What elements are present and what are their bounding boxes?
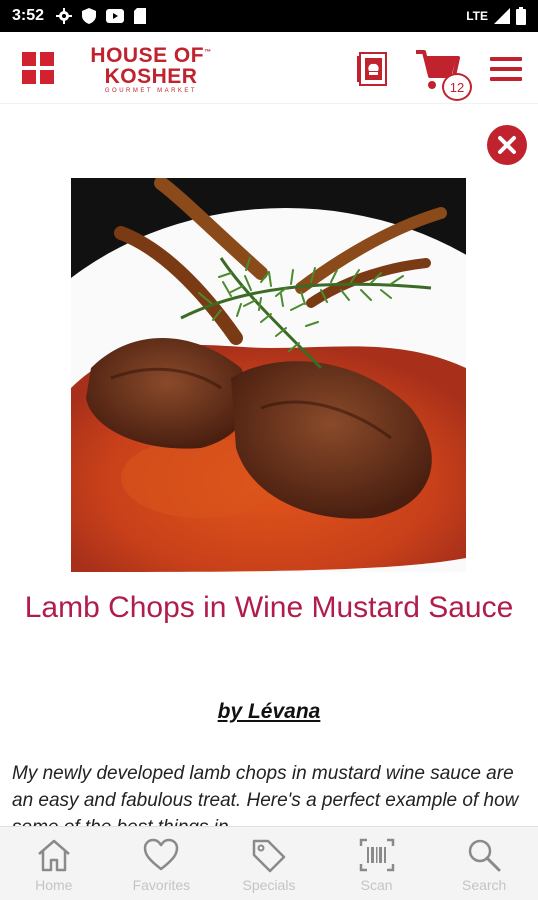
- nav-label: Specials: [242, 877, 296, 893]
- close-icon: [498, 136, 516, 154]
- nav-label: Scan: [360, 877, 393, 893]
- search-icon: [468, 839, 501, 872]
- tag-icon: [252, 839, 286, 873]
- recipe-description: My newly developed lamb chops in mustard…: [12, 763, 519, 830]
- nav-specials[interactable]: Specials: [215, 827, 323, 900]
- shield-icon: [82, 8, 97, 24]
- battery-icon: [516, 7, 526, 25]
- nav-label: Home: [35, 877, 73, 893]
- youtube-icon: [106, 9, 125, 23]
- nav-search[interactable]: Search: [430, 827, 538, 900]
- logo-line1: HOUSE OF™: [90, 44, 212, 67]
- nav-label: Favorites: [132, 877, 191, 893]
- recipe-author-link[interactable]: by Lévana: [0, 700, 538, 724]
- nav-home[interactable]: Home: [0, 827, 108, 900]
- status-bar: 3:52 LTE: [0, 0, 538, 32]
- nav-label: Search: [461, 877, 507, 893]
- recipe-image: [71, 178, 466, 572]
- logo-line2: KOSHER: [104, 65, 198, 88]
- home-icon: [37, 839, 70, 872]
- sim-icon: [134, 8, 147, 24]
- categories-grid-icon[interactable]: [22, 52, 56, 86]
- heart-icon: [144, 838, 179, 871]
- nav-scan[interactable]: Scan: [323, 827, 431, 900]
- recipe-title: Lamb Chops in Wine Mustard Sauce: [24, 591, 514, 624]
- close-button[interactable]: [487, 125, 527, 165]
- house-of-kosher-logo[interactable]: HOUSE OF™ KOSHER GOURMET MARKET: [86, 42, 216, 95]
- barcode-scan-icon: [359, 838, 394, 872]
- nav-favorites[interactable]: Favorites: [108, 827, 216, 900]
- app-header: HOUSE OF™ KOSHER GOURMET MARKET 12: [0, 32, 538, 104]
- status-right: LTE: [466, 7, 526, 25]
- hamburger-menu-icon[interactable]: [488, 54, 524, 84]
- recipe-book-icon[interactable]: [357, 52, 387, 86]
- bottom-nav: Home Favorites Specials Scan Search: [0, 826, 538, 900]
- logo-tagline: GOURMET MARKET: [104, 88, 198, 94]
- settings-icon: [56, 8, 73, 24]
- cart-count-badge[interactable]: 12: [442, 73, 472, 101]
- signal-icon: [494, 8, 510, 24]
- status-time: 3:52: [12, 7, 45, 24]
- network-label: LTE: [466, 9, 488, 23]
- status-icons: [56, 8, 147, 24]
